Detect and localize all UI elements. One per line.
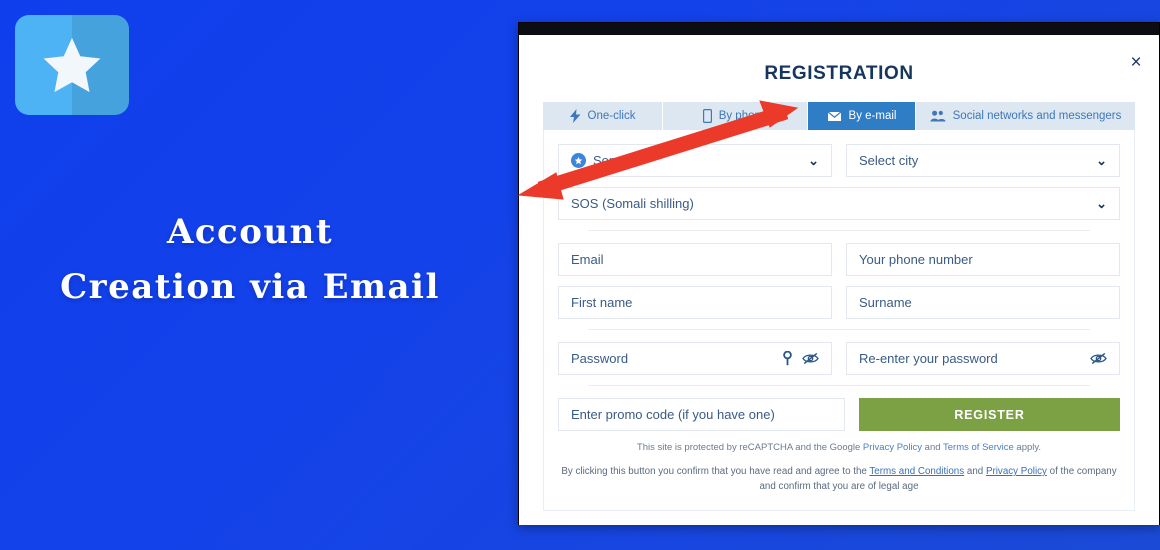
- tab-social-networks[interactable]: Social networks and messengers: [916, 102, 1135, 130]
- location-row: Somali ⌄ Select city ⌄: [558, 144, 1120, 177]
- phone-placeholder: Your phone number: [859, 252, 973, 267]
- currency-value: SOS (Somali shilling): [571, 196, 694, 211]
- password-field-icons: [782, 351, 819, 366]
- browser-window: × REGISTRATION One-click By phone By e-m…: [518, 22, 1160, 525]
- promo-submit-row: Enter promo code (if you have one) REGIS…: [558, 398, 1120, 431]
- tab-by-email[interactable]: By e-mail: [808, 102, 916, 130]
- people-icon: [930, 110, 946, 122]
- recaptcha-text-pre: This site is protected by reCAPTCHA and …: [636, 442, 863, 453]
- city-value: Select city: [859, 153, 919, 168]
- star-icon: [15, 15, 129, 115]
- promo-code-placeholder: Enter promo code (if you have one): [571, 407, 775, 422]
- chevron-down-icon: ⌄: [808, 153, 819, 168]
- country-value: Somali: [593, 153, 633, 168]
- terms-text-pre: By clicking this button you confirm that…: [561, 466, 870, 478]
- somali-flag-logo: [15, 15, 129, 115]
- register-button-label: REGISTER: [954, 407, 1025, 422]
- promo-panel: Account Creation via Email: [0, 0, 520, 550]
- tab-one-click-label: One-click: [587, 110, 636, 122]
- phone-icon: [702, 109, 712, 123]
- google-privacy-policy-link[interactable]: Privacy Policy: [863, 442, 922, 453]
- close-glyph: ×: [1130, 51, 1142, 73]
- chevron-down-icon: ⌄: [1096, 196, 1107, 211]
- company-privacy-policy-link[interactable]: Privacy Policy: [986, 466, 1047, 477]
- phone-field[interactable]: Your phone number: [846, 243, 1120, 276]
- password-field[interactable]: Password: [558, 342, 832, 375]
- currency-select[interactable]: SOS (Somali shilling) ⌄: [558, 187, 1120, 220]
- browser-viewport: × REGISTRATION One-click By phone By e-m…: [519, 35, 1159, 525]
- envelope-icon: [826, 110, 842, 122]
- toggle-password-visibility-icon[interactable]: [802, 352, 819, 365]
- repeat-password-field[interactable]: Re-enter your password: [846, 342, 1120, 375]
- surname-placeholder: Surname: [859, 295, 912, 310]
- page-title: Account Creation via Email: [0, 205, 500, 315]
- section-divider: [588, 230, 1090, 231]
- repeat-password-field-icons: [1090, 352, 1107, 365]
- toggle-password-visibility-icon[interactable]: [1090, 352, 1107, 365]
- recaptcha-text-mid: and: [922, 442, 944, 453]
- terms-notice: By clicking this button you confirm that…: [558, 465, 1120, 494]
- promo-heading-line-1: Account: [166, 212, 334, 252]
- name-row: First name Surname: [558, 286, 1120, 319]
- currency-row: SOS (Somali shilling) ⌄: [558, 187, 1120, 220]
- section-divider-3: [588, 385, 1090, 386]
- lightning-icon: [569, 109, 581, 123]
- city-select[interactable]: Select city ⌄: [846, 144, 1120, 177]
- register-button[interactable]: REGISTER: [859, 398, 1120, 431]
- modal-title: REGISTRATION: [764, 63, 914, 84]
- registration-tab-bar: One-click By phone By e-mail Social netw…: [543, 102, 1135, 130]
- email-field[interactable]: Email: [558, 243, 832, 276]
- email-placeholder: Email: [571, 252, 604, 267]
- promo-heading-line-2: Creation via Email: [60, 267, 440, 308]
- surname-field[interactable]: Surname: [846, 286, 1120, 319]
- promo-code-field[interactable]: Enter promo code (if you have one): [558, 398, 845, 431]
- contact-row: Email Your phone number: [558, 243, 1120, 276]
- country-select[interactable]: Somali ⌄: [558, 144, 832, 177]
- repeat-password-placeholder: Re-enter your password: [859, 351, 998, 366]
- first-name-placeholder: First name: [571, 295, 633, 310]
- tab-one-click[interactable]: One-click: [543, 102, 663, 130]
- country-flag-icon: [571, 153, 586, 168]
- key-icon[interactable]: [782, 351, 793, 366]
- tab-by-phone[interactable]: By phone: [663, 102, 808, 130]
- terms-text-mid: and: [964, 466, 986, 478]
- tab-by-email-label: By e-mail: [848, 110, 897, 122]
- first-name-field[interactable]: First name: [558, 286, 832, 319]
- section-divider-2: [588, 329, 1090, 330]
- password-placeholder: Password: [571, 351, 629, 366]
- browser-titlebar: [519, 23, 1159, 35]
- terms-and-conditions-link[interactable]: Terms and Conditions: [869, 466, 964, 477]
- password-row: Password Re-enter your password: [558, 342, 1120, 375]
- tab-by-phone-label: By phone: [718, 110, 768, 122]
- recaptcha-notice: This site is protected by reCAPTCHA and …: [558, 441, 1120, 455]
- chevron-down-icon: ⌄: [1096, 153, 1107, 168]
- recaptcha-text-post: apply.: [1013, 442, 1042, 453]
- google-terms-of-service-link[interactable]: Terms of Service: [943, 442, 1014, 453]
- close-icon[interactable]: ×: [1125, 51, 1147, 73]
- tab-social-label: Social networks and messengers: [952, 110, 1122, 122]
- registration-form: Somali ⌄ Select city ⌄ SOS (Somali shill…: [543, 130, 1135, 511]
